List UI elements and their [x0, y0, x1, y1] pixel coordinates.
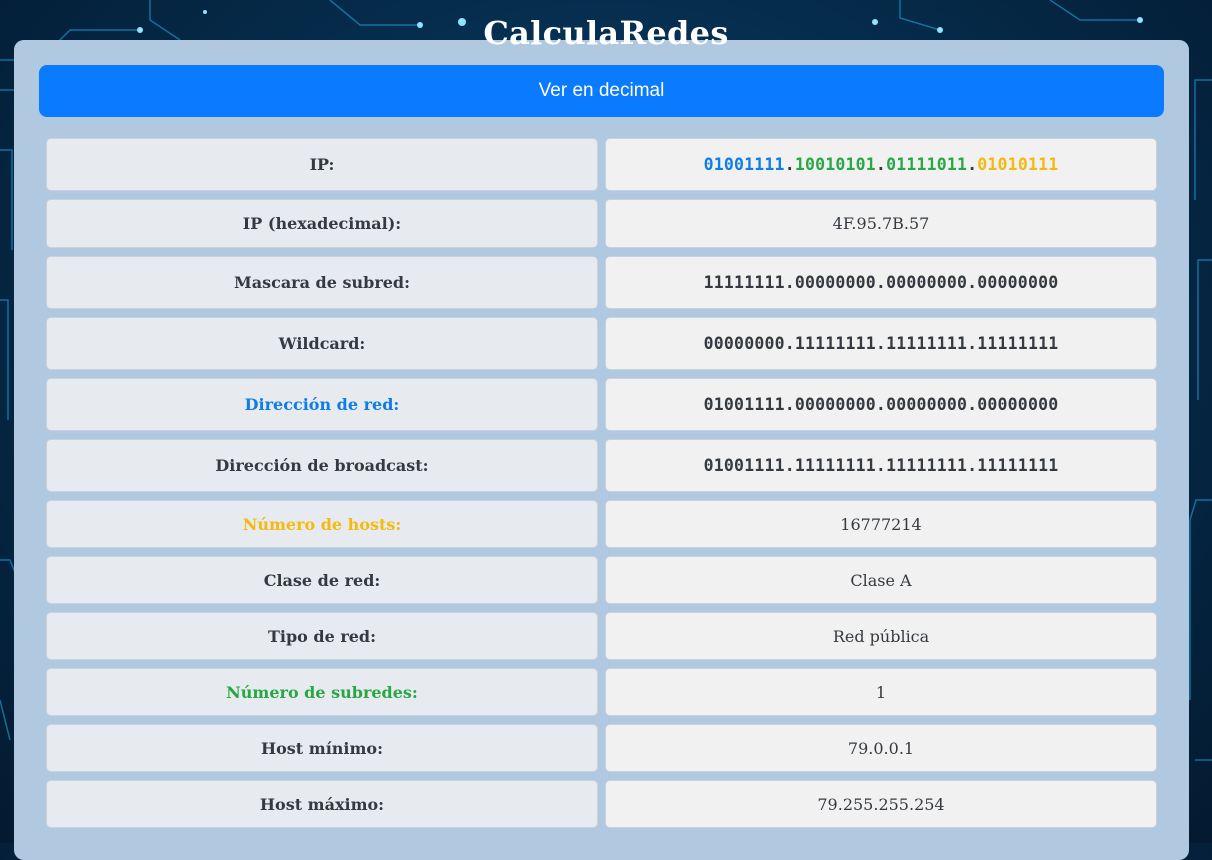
ip-octet-4: 01010111: [977, 155, 1059, 174]
host-count-label: Número de hosts:: [46, 500, 598, 548]
page-title: CalculaRedes: [483, 14, 729, 52]
host-max-value: 79.255.255.254: [605, 780, 1157, 828]
ip-dot: .: [784, 155, 795, 174]
subnet-count-label: Número de subredes:: [46, 668, 598, 716]
network-address-label: Dirección de red:: [46, 378, 598, 431]
ip-octet-2: 10010101: [794, 155, 876, 174]
subnet-mask-label: Mascara de subred:: [46, 256, 598, 309]
network-type-value: Red pública: [605, 612, 1157, 660]
ip-dot: .: [967, 155, 978, 174]
row-broadcast-address: Dirección de broadcast: 01001111.1111111…: [46, 439, 1157, 492]
row-subnet-mask: Mascara de subred: 11111111.00000000.000…: [46, 256, 1157, 309]
view-decimal-button[interactable]: Ver en decimal: [39, 65, 1164, 117]
row-network-address: Dirección de red: 01001111.00000000.0000…: [46, 378, 1157, 431]
row-network-class: Clase de red: Clase A: [46, 556, 1157, 604]
subnet-count-value: 1: [605, 668, 1157, 716]
wildcard-label: Wildcard:: [46, 317, 598, 370]
ip-label: IP:: [46, 138, 598, 191]
network-class-value: Clase A: [605, 556, 1157, 604]
broadcast-address-label: Dirección de broadcast:: [46, 439, 598, 492]
ip-octet-3: 01111011: [886, 155, 968, 174]
wildcard-value: 00000000.11111111.11111111.11111111: [605, 317, 1157, 370]
host-count-value: 16777214: [605, 500, 1157, 548]
host-min-value: 79.0.0.1: [605, 724, 1157, 772]
row-host-min: Host mínimo: 79.0.0.1: [46, 724, 1157, 772]
row-network-type: Tipo de red: Red pública: [46, 612, 1157, 660]
ip-hex-value: 4F.95.7B.57: [605, 199, 1157, 248]
broadcast-address-value: 01001111.11111111.11111111.11111111: [605, 439, 1157, 492]
ip-dot: .: [875, 155, 887, 174]
host-max-label: Host máximo:: [46, 780, 598, 828]
network-type-label: Tipo de red:: [46, 612, 598, 660]
host-min-label: Host mínimo:: [46, 724, 598, 772]
ip-octet-1: 01001111: [703, 155, 785, 174]
row-subnet-count: Número de subredes: 1: [46, 668, 1157, 716]
row-host-count: Número de hosts: 16777214: [46, 500, 1157, 548]
row-wildcard: Wildcard: 00000000.11111111.11111111.111…: [46, 317, 1157, 370]
network-address-value: 01001111.00000000.00000000.00000000: [605, 378, 1157, 431]
subnet-mask-value: 11111111.00000000.00000000.00000000: [605, 256, 1157, 309]
network-class-label: Clase de red:: [46, 556, 598, 604]
row-ip: IP: 01001111. 10010101. 01111011. 01010111: [46, 138, 1157, 191]
ip-value: 01001111. 10010101. 01111011. 01010111: [605, 138, 1157, 191]
row-host-max: Host máximo: 79.255.255.254: [46, 780, 1157, 828]
ip-hex-label: IP (hexadecimal):: [46, 199, 598, 248]
row-ip-hex: IP (hexadecimal): 4F.95.7B.57: [46, 199, 1157, 248]
